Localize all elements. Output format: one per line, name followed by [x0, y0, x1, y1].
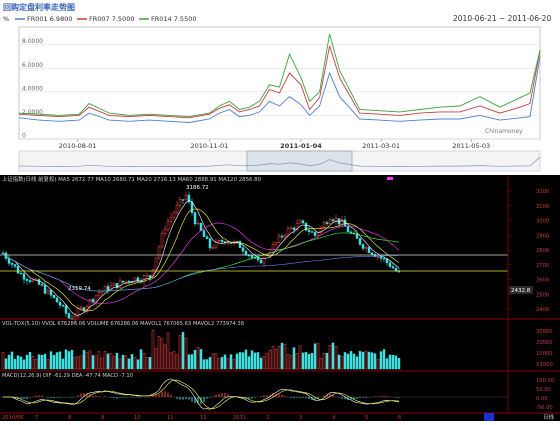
month-label: 2011	[233, 415, 246, 421]
rate-chart-svg: 回购定盘利率走势图 % FR001 6.9800 FR007 7.5000 FR014…	[3, 2, 551, 172]
month-label: 10	[134, 415, 141, 421]
month-label: 12	[200, 415, 207, 421]
month-label: 2010/06	[2, 415, 24, 421]
legend-item: FR001 6.9800	[27, 15, 72, 23]
price-tick: 2800	[536, 248, 549, 254]
macd-tick: 100.00	[536, 378, 554, 384]
rate-x-tick: 2011-01-04	[280, 142, 322, 150]
range-navigator-window[interactable]	[246, 150, 353, 172]
macd-tick: 50.00	[536, 387, 551, 393]
volume-title-line: VOL-TDX(5,10) VVOL 676286.06 VOLUME 6762…	[2, 321, 244, 327]
volume-tick: 20000	[536, 340, 553, 346]
month-label: 6	[398, 415, 401, 421]
price-tick: 2400	[536, 307, 549, 313]
rate-x-axis: 2010-08-01 2010-11-01 2011-01-04 2011-03-01…	[59, 139, 490, 150]
rate-y-tick: 0	[22, 133, 26, 140]
rate-y-tick: 4.0000	[22, 85, 43, 92]
rate-x-tick: 2010-08-01	[59, 142, 97, 150]
period-label: 日线	[543, 413, 555, 421]
macd-tick: 0.00	[536, 396, 548, 402]
rate-x-tick: 2011-03-01	[362, 142, 400, 150]
price-tick: 2600	[536, 278, 549, 284]
month-label: 7	[35, 415, 38, 421]
flag-marker	[387, 177, 393, 180]
macd-tick: -50.00	[536, 405, 553, 411]
month-label: 9	[101, 415, 104, 421]
rate-legend: % FR001 6.9800 FR007 7.5000 FR014 7.5500	[3, 15, 196, 23]
volume-tick: 30000	[536, 329, 553, 335]
stock-chart-panel: 上证指数(日线 前复权) MA5 2672.77 MA10 2680.71 MA…	[0, 175, 560, 421]
rate-plot-area	[18, 26, 541, 140]
legend-unit: %	[3, 15, 9, 23]
price-tick: 3100	[536, 204, 549, 210]
price-tick: 3200	[536, 189, 549, 195]
month-label: 3	[299, 415, 302, 421]
legend-item: FR007 7.5000	[89, 15, 134, 23]
watermark: Chinamoney	[485, 128, 523, 135]
rate-chart-panel: 回购定盘利率走势图 % FR001 6.9800 FR007 7.5000 FR014…	[0, 0, 560, 175]
last-price: 2432.8	[511, 288, 531, 294]
rate-y-tick: 6.0000	[22, 62, 43, 69]
volume-tick: X1000	[536, 362, 553, 368]
price-tick: 2900	[536, 233, 549, 239]
stock-chart-svg: 上证指数(日线 前复权) MA5 2672.77 MA10 2680.71 MA…	[0, 175, 560, 421]
price-tick: 3000	[536, 219, 549, 225]
macd-title-line: MACD(12,26,9) DIF -61.29 DEA -47.74 MACD…	[2, 373, 133, 379]
rate-x-tick: 2010-11-01	[190, 142, 228, 150]
month-label: 2	[266, 415, 269, 421]
high-annotation: 3186.72	[186, 185, 209, 191]
month-label: 11	[167, 415, 174, 421]
price-tick: 2700	[536, 263, 549, 269]
price-tick: 2500	[536, 292, 549, 298]
scroll-button[interactable]	[484, 413, 494, 421]
stock-title-line: 上证指数(日线 前复权) MA5 2672.77 MA10 2680.71 MA…	[2, 175, 262, 183]
rate-x-tick: 2011-05-03	[452, 142, 490, 150]
rate-date-range: 2010-06-21 ~ 2011-06-20	[453, 14, 551, 23]
month-label: 5	[365, 415, 368, 421]
month-label: 8	[68, 415, 71, 421]
rate-y-tick: 8.0000	[22, 38, 43, 45]
legend-item: FR014 7.5500	[151, 15, 196, 23]
low-annotation: 2319.74	[68, 286, 91, 292]
rate-chart-title: 回购定盘利率走势图	[3, 2, 75, 12]
volume-tick: 10000	[536, 351, 553, 357]
